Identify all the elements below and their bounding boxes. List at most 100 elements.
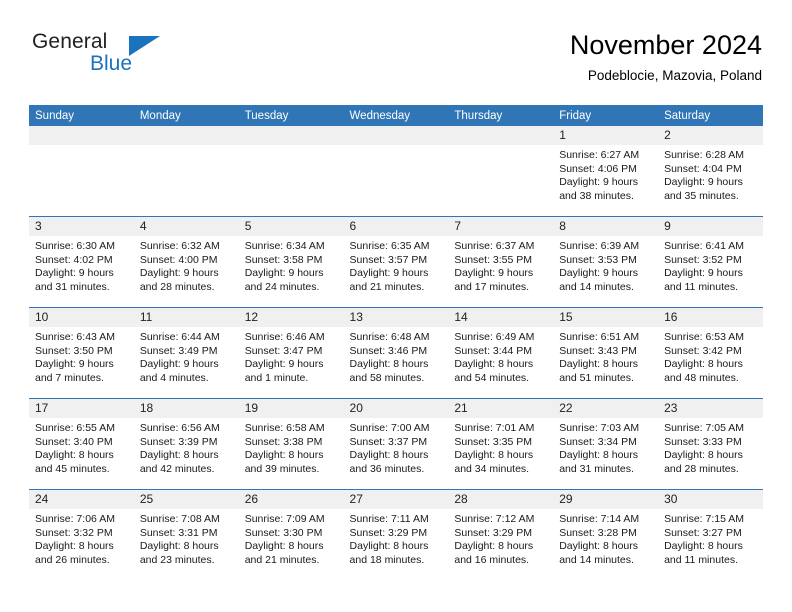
day-details: Sunrise: 6:27 AM Sunset: 4:06 PM Daylight:… xyxy=(553,145,658,203)
brand-name-general: General xyxy=(32,30,108,53)
calendar-cell: 9 Sunrise: 6:41 AM Sunset: 3:52 PM Daylight… xyxy=(658,216,763,308)
day-daylight-line: Daylight: 8 hours xyxy=(349,449,429,462)
calendar-cell: 14 Sunrise: 6:49 AM Sunset: 3:44 PM Dayligh… xyxy=(448,307,554,399)
calendar-day[interactable]: 27 Sunrise: 7:11 AM Sunset: 3:29 PM Dayligh… xyxy=(343,490,449,580)
day-number: 30 xyxy=(658,490,763,509)
day-number xyxy=(133,126,239,145)
day-daylight-line: Daylight: 9 hours xyxy=(35,358,114,371)
calendar-day[interactable]: 25 Sunrise: 7:08 AM Sunset: 3:31 PM Dayligh… xyxy=(133,490,239,580)
day-number: 1 xyxy=(553,126,659,145)
day-sunrise-line: Sunrise: 7:15 AM xyxy=(664,513,745,525)
day-sunset-line: Sunset: 4:06 PM xyxy=(559,162,637,175)
calendar-day[interactable]: 10 Sunrise: 6:43 AM Sunset: 3:50 PM Dayligh… xyxy=(29,308,134,398)
calendar-day[interactable]: 17 Sunrise: 6:55 AM Sunset: 3:40 PM Dayligh… xyxy=(29,399,134,489)
day-sunset-line: Sunset: 4:04 PM xyxy=(664,162,742,175)
day-number: 7 xyxy=(448,217,554,236)
calendar-day[interactable]: 21 Sunrise: 7:01 AM Sunset: 3:35 PM Dayligh… xyxy=(448,399,554,489)
day-number: 22 xyxy=(553,399,659,418)
calendar-day[interactable]: 29 Sunrise: 7:14 AM Sunset: 3:28 PM Dayligh… xyxy=(553,490,659,580)
day-number: 15 xyxy=(553,308,659,327)
day-number: 4 xyxy=(133,217,239,236)
calendar-day[interactable]: 19 Sunrise: 6:58 AM Sunset: 3:38 PM Dayligh… xyxy=(238,399,344,489)
calendar-day-empty xyxy=(343,126,449,216)
calendar-cell: 12 Sunrise: 6:46 AM Sunset: 3:47 PM Dayligh… xyxy=(238,307,344,399)
day-details: Sunrise: 7:08 AM Sunset: 3:31 PM Daylight:… xyxy=(134,509,239,567)
day-number xyxy=(29,126,134,145)
calendar-day[interactable]: 2 Sunrise: 6:28 AM Sunset: 4:04 PM Daylight… xyxy=(658,126,763,216)
day-daylight-line: Daylight: 8 hours xyxy=(559,358,639,371)
calendar-day[interactable]: 3 Sunrise: 6:30 AM Sunset: 4:02 PM Daylight… xyxy=(29,217,134,307)
calendar-day[interactable]: 13 Sunrise: 6:48 AM Sunset: 3:46 PM Dayligh… xyxy=(343,308,449,398)
calendar-day[interactable]: 20 Sunrise: 7:00 AM Sunset: 3:37 PM Dayligh… xyxy=(343,399,449,489)
day-daylight-line: and 31 minutes. xyxy=(35,280,110,293)
calendar-day[interactable]: 12 Sunrise: 6:46 AM Sunset: 3:47 PM Dayligh… xyxy=(238,308,344,398)
calendar-day[interactable]: 7 Sunrise: 6:37 AM Sunset: 3:55 PM Daylight… xyxy=(448,217,554,307)
calendar-day[interactable]: 30 Sunrise: 7:15 AM Sunset: 3:27 PM Dayligh… xyxy=(658,490,763,580)
day-sunset-line: Sunset: 3:32 PM xyxy=(35,526,113,539)
day-daylight-line: and 58 minutes. xyxy=(349,371,425,384)
day-number: 8 xyxy=(553,217,659,236)
day-details: Sunrise: 6:44 AM Sunset: 3:49 PM Daylight:… xyxy=(134,327,239,385)
calendar-day[interactable]: 16 Sunrise: 6:53 AM Sunset: 3:42 PM Dayligh… xyxy=(658,308,763,398)
day-sunset-line: Sunset: 3:40 PM xyxy=(35,435,113,448)
day-sunset-line: Sunset: 3:52 PM xyxy=(664,253,742,266)
calendar-day[interactable]: 28 Sunrise: 7:12 AM Sunset: 3:29 PM Dayligh… xyxy=(448,490,554,580)
calendar-day[interactable]: 18 Sunrise: 6:56 AM Sunset: 3:39 PM Dayligh… xyxy=(133,399,239,489)
day-number: 19 xyxy=(238,399,344,418)
day-number: 16 xyxy=(658,308,763,327)
brand-logo[interactable]: General Blue xyxy=(30,30,260,86)
day-daylight-line: and 54 minutes. xyxy=(454,371,530,384)
calendar-day[interactable]: 4 Sunrise: 6:32 AM Sunset: 4:00 PM Daylight… xyxy=(133,217,239,307)
calendar-table: Sunday Monday Tuesday Wednesday Thursday… xyxy=(29,105,763,580)
calendar-day[interactable]: 6 Sunrise: 6:35 AM Sunset: 3:57 PM Daylight… xyxy=(343,217,449,307)
day-sunset-line: Sunset: 3:44 PM xyxy=(454,344,533,357)
day-sunrise-line: Sunrise: 7:03 AM xyxy=(559,422,640,434)
calendar-day[interactable]: 23 Sunrise: 7:05 AM Sunset: 3:33 PM Dayligh… xyxy=(658,399,763,489)
day-number: 17 xyxy=(29,399,134,418)
day-sunset-line: Sunset: 3:35 PM xyxy=(454,435,533,448)
day-daylight-line: Daylight: 9 hours xyxy=(559,176,639,189)
day-number: 12 xyxy=(238,308,344,327)
day-daylight-line: and 21 minutes. xyxy=(244,553,320,566)
day-daylight-line: and 1 minute. xyxy=(244,371,309,384)
day-details: Sunrise: 6:39 AM Sunset: 3:53 PM Daylight:… xyxy=(553,236,658,294)
calendar-day[interactable]: 8 Sunrise: 6:39 AM Sunset: 3:53 PM Daylight… xyxy=(553,217,659,307)
day-daylight-line: Daylight: 8 hours xyxy=(454,540,534,553)
day-sunset-line: Sunset: 3:33 PM xyxy=(664,435,742,448)
day-sunset-line: Sunset: 3:39 PM xyxy=(139,435,218,448)
day-details: Sunrise: 6:37 AM Sunset: 3:55 PM Daylight:… xyxy=(448,236,553,294)
calendar-cell: 28 Sunrise: 7:12 AM Sunset: 3:29 PM Dayligh… xyxy=(448,489,554,580)
calendar-cell: 30 Sunrise: 7:15 AM Sunset: 3:27 PM Dayligh… xyxy=(658,489,763,580)
calendar-day[interactable]: 11 Sunrise: 6:44 AM Sunset: 3:49 PM Dayligh… xyxy=(133,308,239,398)
calendar-week-row: 1 Sunrise: 6:27 AM Sunset: 4:06 PM Daylight… xyxy=(29,126,763,217)
calendar-day[interactable]: 22 Sunrise: 7:03 AM Sunset: 3:34 PM Dayligh… xyxy=(553,399,659,489)
calendar-cell: 24 Sunrise: 7:06 AM Sunset: 3:32 PM Dayligh… xyxy=(29,489,134,580)
day-daylight-line: Daylight: 8 hours xyxy=(139,540,219,553)
day-sunset-line: Sunset: 3:29 PM xyxy=(454,526,533,539)
day-daylight-line: Daylight: 9 hours xyxy=(559,267,639,280)
day-number: 3 xyxy=(29,217,134,236)
day-details: Sunrise: 7:14 AM Sunset: 3:28 PM Daylight:… xyxy=(553,509,658,567)
day-number: 10 xyxy=(29,308,134,327)
page-header: General Blue November 2024 Podeblocie, M… xyxy=(30,28,762,90)
calendar-day[interactable]: 9 Sunrise: 6:41 AM Sunset: 3:52 PM Daylight… xyxy=(658,217,763,307)
calendar-day[interactable]: 14 Sunrise: 6:49 AM Sunset: 3:44 PM Dayligh… xyxy=(448,308,554,398)
calendar-day[interactable]: 26 Sunrise: 7:09 AM Sunset: 3:30 PM Dayligh… xyxy=(238,490,344,580)
day-sunset-line: Sunset: 3:34 PM xyxy=(559,435,637,448)
calendar-cell: 5 Sunrise: 6:34 AM Sunset: 3:58 PM Daylight… xyxy=(238,216,344,308)
day-daylight-line: and 48 minutes. xyxy=(664,371,739,384)
day-details: Sunrise: 6:56 AM Sunset: 3:39 PM Daylight:… xyxy=(134,418,239,476)
day-number: 6 xyxy=(343,217,449,236)
day-sunrise-line: Sunrise: 6:41 AM xyxy=(664,240,745,252)
day-number xyxy=(448,126,554,145)
day-daylight-line: Daylight: 8 hours xyxy=(349,358,429,371)
day-daylight-line: Daylight: 8 hours xyxy=(244,449,324,462)
day-number: 26 xyxy=(238,490,344,509)
calendar-day[interactable]: 15 Sunrise: 6:51 AM Sunset: 3:43 PM Dayligh… xyxy=(553,308,659,398)
calendar-day[interactable]: 24 Sunrise: 7:06 AM Sunset: 3:32 PM Dayligh… xyxy=(29,490,134,580)
day-daylight-line: and 18 minutes. xyxy=(349,553,425,566)
calendar-day[interactable]: 1 Sunrise: 6:27 AM Sunset: 4:06 PM Daylight… xyxy=(553,126,659,216)
weekday-header-monday: Monday xyxy=(133,105,239,126)
calendar-week-row: 17 Sunrise: 6:55 AM Sunset: 3:40 PM Dayligh… xyxy=(29,398,763,490)
calendar-day[interactable]: 5 Sunrise: 6:34 AM Sunset: 3:58 PM Daylight… xyxy=(238,217,344,307)
